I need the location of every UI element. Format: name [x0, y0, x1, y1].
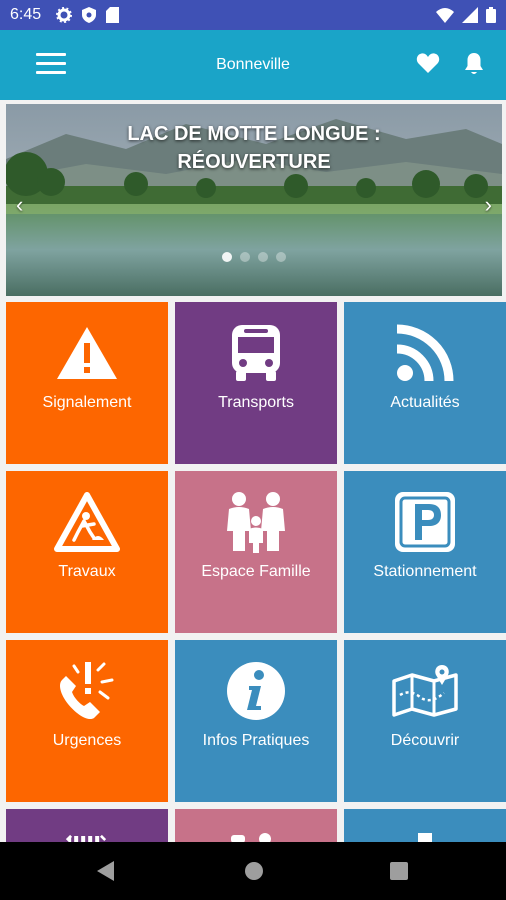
bell-icon	[465, 53, 483, 74]
system-navigation-bar	[0, 842, 506, 900]
tile-icon-wrap	[344, 320, 506, 386]
roadworks-icon	[54, 492, 120, 552]
tile-label: Espace Famille	[201, 563, 311, 580]
home-icon	[245, 862, 263, 880]
tile-label: Travaux	[58, 563, 116, 580]
carousel-dot[interactable]	[276, 252, 286, 262]
carousel-title-line1: LAC DE MOTTE LONGUE :	[127, 123, 381, 145]
news-carousel[interactable]: LAC DE MOTTE LONGUE : RÉOUVERTURE ‹ ›	[6, 104, 502, 296]
back-icon	[97, 861, 114, 881]
carousel-dot[interactable]	[222, 252, 232, 262]
carousel-dot[interactable]	[240, 252, 250, 262]
shield-icon	[82, 7, 96, 23]
battery-icon	[486, 7, 496, 23]
tile-icon-wrap	[6, 658, 168, 724]
tile-partial[interactable]	[6, 809, 168, 842]
carousel-slide-title[interactable]: LAC DE MOTTE LONGUE : RÉOUVERTURE	[6, 120, 502, 176]
status-notification-icons	[56, 7, 119, 23]
settings-icon	[56, 7, 72, 23]
carousel-dot[interactable]	[258, 252, 268, 262]
status-time: 6:45	[10, 6, 42, 23]
bus-icon	[232, 325, 280, 381]
warning-icon	[57, 327, 117, 379]
tile-urgences[interactable]: Urgences	[6, 640, 168, 802]
tile-espace-famille[interactable]: Espace Famille	[175, 471, 337, 633]
sd-card-icon	[106, 7, 119, 23]
carousel-title-line2: RÉOUVERTURE	[177, 151, 331, 173]
calendar-icon	[65, 834, 107, 842]
tile-transports[interactable]: Transports	[175, 302, 337, 464]
tile-icon-wrap	[175, 320, 337, 386]
tile-icon-wrap	[175, 658, 337, 724]
tile-label: Découvrir	[390, 732, 460, 749]
signal-icon	[462, 7, 478, 23]
wifi-icon	[436, 8, 454, 23]
map-icon	[392, 665, 458, 717]
tile-label: Infos Pratiques	[202, 732, 310, 749]
tile-label: Urgences	[52, 732, 122, 749]
phone-alert-icon	[60, 662, 114, 720]
info-icon	[227, 662, 285, 720]
tile-partial[interactable]	[344, 809, 506, 842]
tile-icon-wrap	[6, 489, 168, 555]
nav-back-button[interactable]	[96, 860, 116, 887]
parking-icon	[395, 492, 455, 552]
tile-icon-wrap	[6, 320, 168, 386]
document-icon	[418, 833, 432, 842]
heart-icon	[416, 53, 440, 73]
rss-icon	[396, 324, 454, 382]
tile-travaux[interactable]: Travaux	[6, 471, 168, 633]
family-icon	[227, 492, 285, 553]
tile-label: Transports	[218, 394, 294, 411]
favorites-button[interactable]	[416, 52, 440, 79]
tile-actualites[interactable]: Actualités	[344, 302, 506, 464]
tile-icon-wrap	[175, 489, 337, 555]
people-icon	[231, 833, 271, 842]
tile-icon-wrap	[344, 658, 506, 724]
carousel-next-button[interactable]: ›	[485, 192, 492, 218]
nav-recents-button[interactable]	[390, 862, 408, 885]
tile-decouvrir[interactable]: Découvrir	[344, 640, 506, 802]
carousel-pagination	[222, 252, 286, 262]
notifications-button[interactable]	[464, 52, 484, 81]
tile-stationnement[interactable]: Stationnement	[344, 471, 506, 633]
app-bar: Bonneville	[0, 30, 506, 100]
carousel-prev-button[interactable]: ‹	[16, 192, 23, 218]
tile-signalement[interactable]: Signalement	[6, 302, 168, 464]
status-system-icons	[436, 7, 496, 23]
nav-home-button[interactable]	[244, 861, 264, 886]
tile-partial[interactable]	[175, 809, 337, 842]
tile-icon-wrap	[344, 489, 506, 555]
tile-label: Signalement	[42, 394, 132, 411]
tile-infos-pratiques[interactable]: Infos Pratiques	[175, 640, 337, 802]
tile-label: Actualités	[390, 394, 460, 411]
recents-icon	[390, 862, 408, 880]
tile-label: Stationnement	[373, 563, 477, 580]
status-bar: 6:45	[0, 0, 506, 30]
